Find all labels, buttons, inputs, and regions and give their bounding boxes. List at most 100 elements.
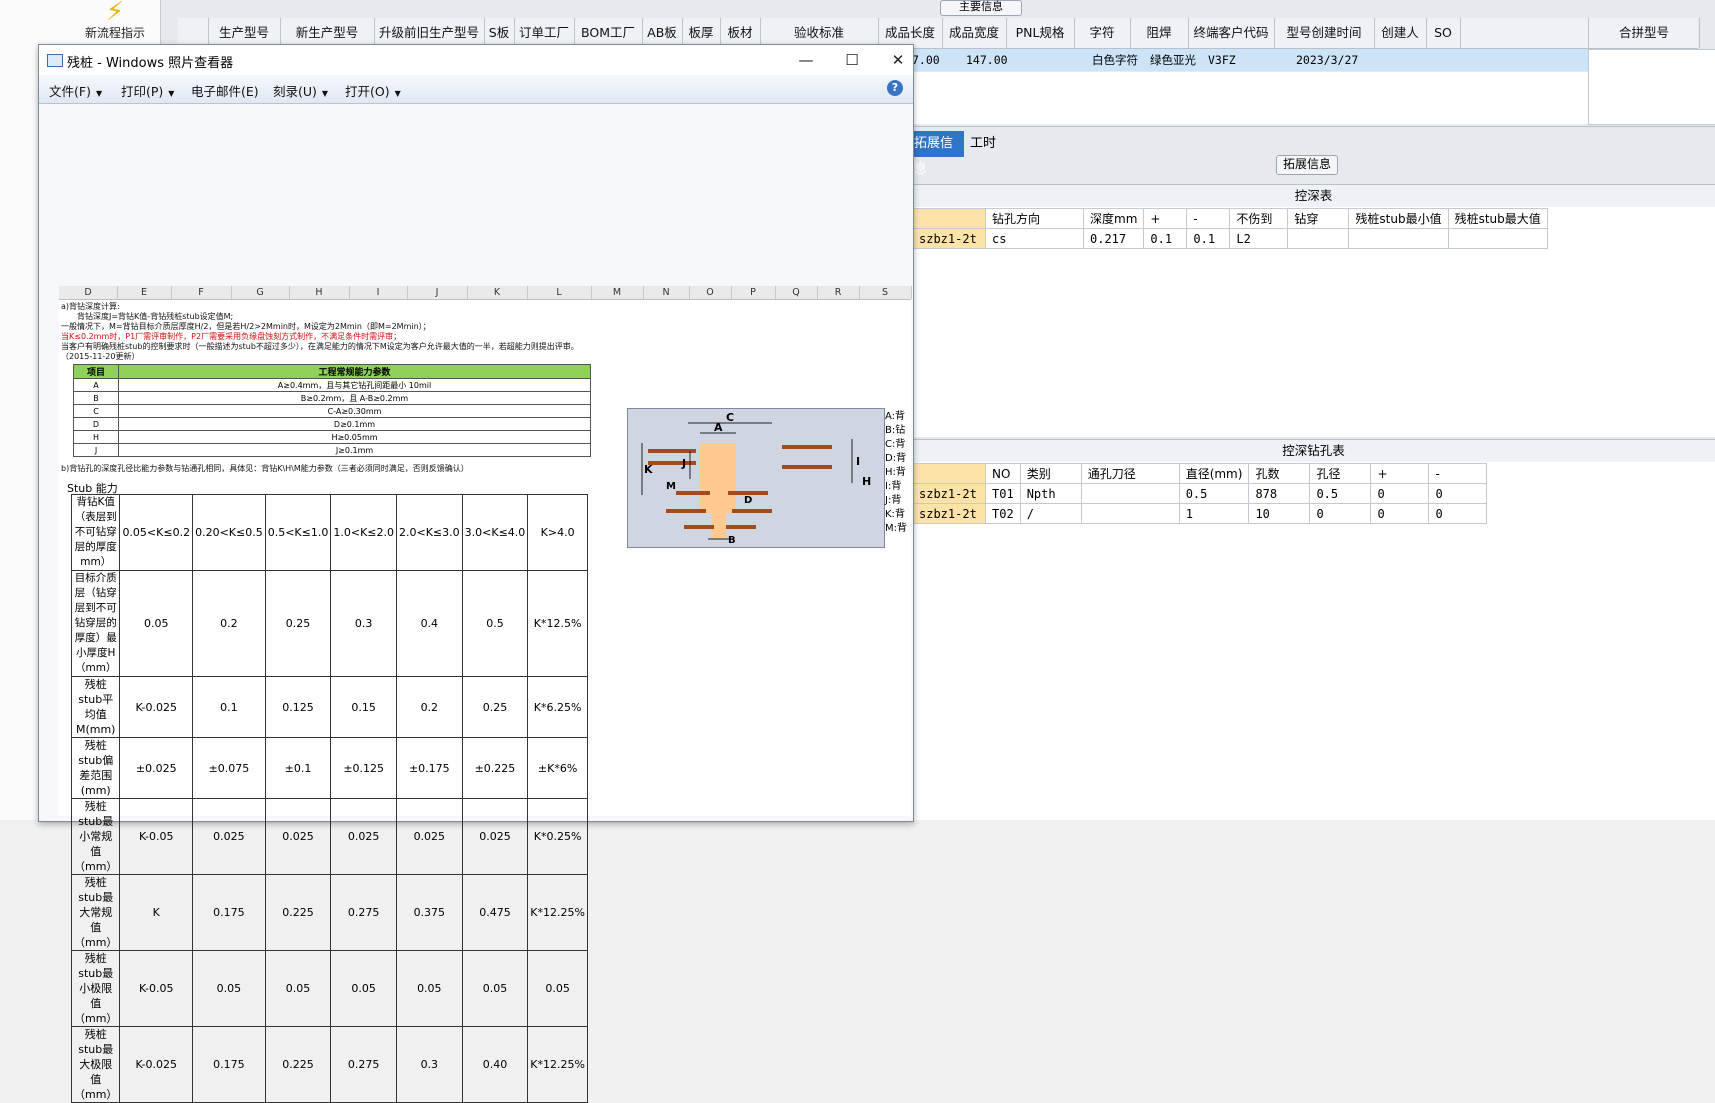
col-header[interactable]: 字符 xyxy=(1074,18,1131,48)
depth-header[interactable]: 深度mm xyxy=(1082,208,1145,229)
stub-cell: K*0.25% xyxy=(527,798,588,875)
sheet-note: b)背钻孔的深度孔径比能力参数与钻通孔相同，具体见：背钻K\H\M能力参数（三者… xyxy=(61,464,469,473)
depth-header[interactable]: 钻孔方向 xyxy=(985,208,1084,229)
drill-header[interactable]: 孔数 xyxy=(1248,463,1311,484)
ext-info-button[interactable]: 拓展信息 xyxy=(1276,155,1338,175)
col-header[interactable]: 创建人 xyxy=(1374,18,1427,48)
minimize-button[interactable]: — xyxy=(791,49,821,71)
tab-hours[interactable]: 工时 xyxy=(966,131,1010,157)
close-button[interactable]: ✕ xyxy=(883,49,913,71)
maximize-button[interactable]: ☐ xyxy=(837,49,867,71)
legend-key: H: xyxy=(885,467,896,478)
drill-header[interactable]: 类别 xyxy=(1019,463,1082,484)
drill-cell: 0 xyxy=(1309,503,1372,524)
table-row[interactable]: szbz1-2t T01 Npth 0.5 878 0.5 0 0 xyxy=(912,483,1488,504)
photo-viewer-window[interactable]: 残桩 - Windows 照片查看器 — ☐ ✕ 文件(F) ▼ 打印(P) ▼ 电… xyxy=(38,44,914,1103)
stub-cell: K*12.25% xyxy=(527,1026,588,1103)
cell-customer: V3FZ xyxy=(1208,53,1236,67)
stub-cell: K xyxy=(119,874,194,951)
cell-mask: 绿色亚光 xyxy=(1150,53,1196,67)
col-header[interactable]: SO xyxy=(1426,18,1461,48)
legend-item: J:背 xyxy=(885,494,901,508)
stub-cell: ±0.175 xyxy=(396,737,463,799)
col-header[interactable]: 成品宽度 xyxy=(942,18,1007,48)
legend-item: D:背 xyxy=(885,452,906,466)
drill-header[interactable]: - xyxy=(1428,463,1488,484)
chevron-down-icon: ▼ xyxy=(95,89,103,98)
col-letter: K xyxy=(467,286,528,299)
depth-header[interactable]: 不伤到 xyxy=(1229,208,1289,229)
cap-cell: H xyxy=(73,430,119,444)
col-header-merge[interactable]: 合拼型号 xyxy=(1588,18,1700,48)
col-header[interactable]: 终端客户代码 xyxy=(1188,18,1275,48)
table-row[interactable]: szbz1-2t T02 / 1 10 0 0 0 xyxy=(912,503,1488,524)
stub-cell: 残桩stub偏差范围(mm) xyxy=(70,737,121,799)
drill-header-name xyxy=(912,463,986,484)
drill-header[interactable]: 直径(mm) xyxy=(1178,463,1250,484)
stub-cell: 0.2 xyxy=(396,676,463,738)
stub-cell: K*6.25% xyxy=(527,676,588,738)
depth-header[interactable]: + xyxy=(1143,208,1188,229)
stub-cell: 0.4 xyxy=(396,570,463,677)
stub-cell: K-0.025 xyxy=(119,676,194,738)
drill-header[interactable]: 孔径 xyxy=(1309,463,1372,484)
col-header[interactable]: 型号创建时间 xyxy=(1274,18,1375,48)
stub-cell: 目标介质层（钻穿层到不可钻穿层的厚度）最小厚度H（mm） xyxy=(70,570,121,677)
legend-text: 背 xyxy=(895,411,906,422)
drill-header[interactable]: 通孔刀径 xyxy=(1080,463,1180,484)
legend-text: 背 xyxy=(891,495,902,506)
diagram-label: D xyxy=(744,495,752,506)
cap-cell: J xyxy=(73,443,119,457)
drill-header[interactable]: + xyxy=(1370,463,1430,484)
tab-ext-info[interactable]: 拓展信息 xyxy=(912,131,964,177)
stub-cell: 2.0<K≤3.0 xyxy=(396,494,463,571)
table-row[interactable]: szbz1-2t cs 0.217 0.1 0.1 L2 xyxy=(912,228,1548,249)
col-header[interactable]: 阻焊 xyxy=(1130,18,1189,48)
depth-cell-dir: cs xyxy=(985,228,1084,249)
viewer-title-bar[interactable]: 残桩 - Windows 照片查看器 — ☐ ✕ xyxy=(39,45,913,75)
stub-cell: 0.05 xyxy=(527,950,588,1027)
stub-cell: ±K*6% xyxy=(527,737,588,799)
copper-layer xyxy=(782,465,832,469)
drill-cell: Npth xyxy=(1019,483,1082,504)
menu-file[interactable]: 文件(F) ▼ xyxy=(49,81,102,100)
menu-burn[interactable]: 刻录(U) ▼ xyxy=(273,81,328,100)
menu-open[interactable]: 打开(O) ▼ xyxy=(345,81,401,100)
cap-cell: D xyxy=(73,417,119,431)
legend-text: 背 xyxy=(895,439,906,450)
diagram-label: M xyxy=(666,481,676,492)
stub-cell: 0.25 xyxy=(264,570,332,677)
cap-cell: B≥0.2mm，且 A-B≥0.2mm xyxy=(118,391,591,405)
depth-header[interactable]: - xyxy=(1186,208,1231,229)
col-letter: H xyxy=(289,286,350,299)
stub-cell: 残桩stub平均值M(mm) xyxy=(70,676,121,738)
stub-cell: ±0.025 xyxy=(119,737,194,799)
cap-cell: H≥0.05mm xyxy=(118,430,591,444)
stub-cell: 0.40 xyxy=(461,1026,529,1103)
cell-char: 白色字符 xyxy=(1092,53,1138,67)
stub-cell: 0.5 xyxy=(461,570,529,677)
legend-item: B:钻 xyxy=(885,424,905,438)
legend-key: C: xyxy=(885,439,896,450)
stub-cell: 0.3 xyxy=(330,570,397,677)
table-row[interactable]: 7.00 147.00 白色字符 绿色亚光 V3FZ 2023/3/27 xyxy=(912,49,1588,71)
diagram-label: H xyxy=(862,475,871,488)
depth-cell-minus: 0.1 xyxy=(1186,228,1231,249)
menu-print-label: 打印(P) xyxy=(121,84,164,99)
stub-cell: 0.025 xyxy=(396,798,463,875)
new-flow-button[interactable]: ⚡ 新流程指示 xyxy=(70,0,160,46)
col-header[interactable]: PNL规格 xyxy=(1006,18,1075,48)
main-info-tab[interactable]: 主要信息 xyxy=(940,0,1022,16)
sheet-note-red: 当K≤0.2mm时，P1厂需评审制作，P2厂需要采用负缘盘蚀刻方式制作，不满足条… xyxy=(61,332,402,341)
help-icon[interactable]: ? xyxy=(887,80,903,96)
drill-header[interactable]: NO xyxy=(985,463,1021,484)
depth-header[interactable]: 残桩stub最大值 xyxy=(1447,208,1548,229)
menu-print[interactable]: 打印(P) ▼ xyxy=(121,81,174,100)
menu-email[interactable]: 电子邮件(E) xyxy=(191,81,259,100)
stub-cell: ±0.225 xyxy=(461,737,529,799)
cap-cell: A≥0.4mm，且与其它钻孔间距最小 10mil xyxy=(118,378,591,392)
depth-header[interactable]: 残桩stub最小值 xyxy=(1348,208,1449,229)
depth-header[interactable]: 钻穿 xyxy=(1287,208,1350,229)
diagram-label: K xyxy=(644,463,653,476)
stub-cell: 3.0<K≤4.0 xyxy=(461,494,529,571)
